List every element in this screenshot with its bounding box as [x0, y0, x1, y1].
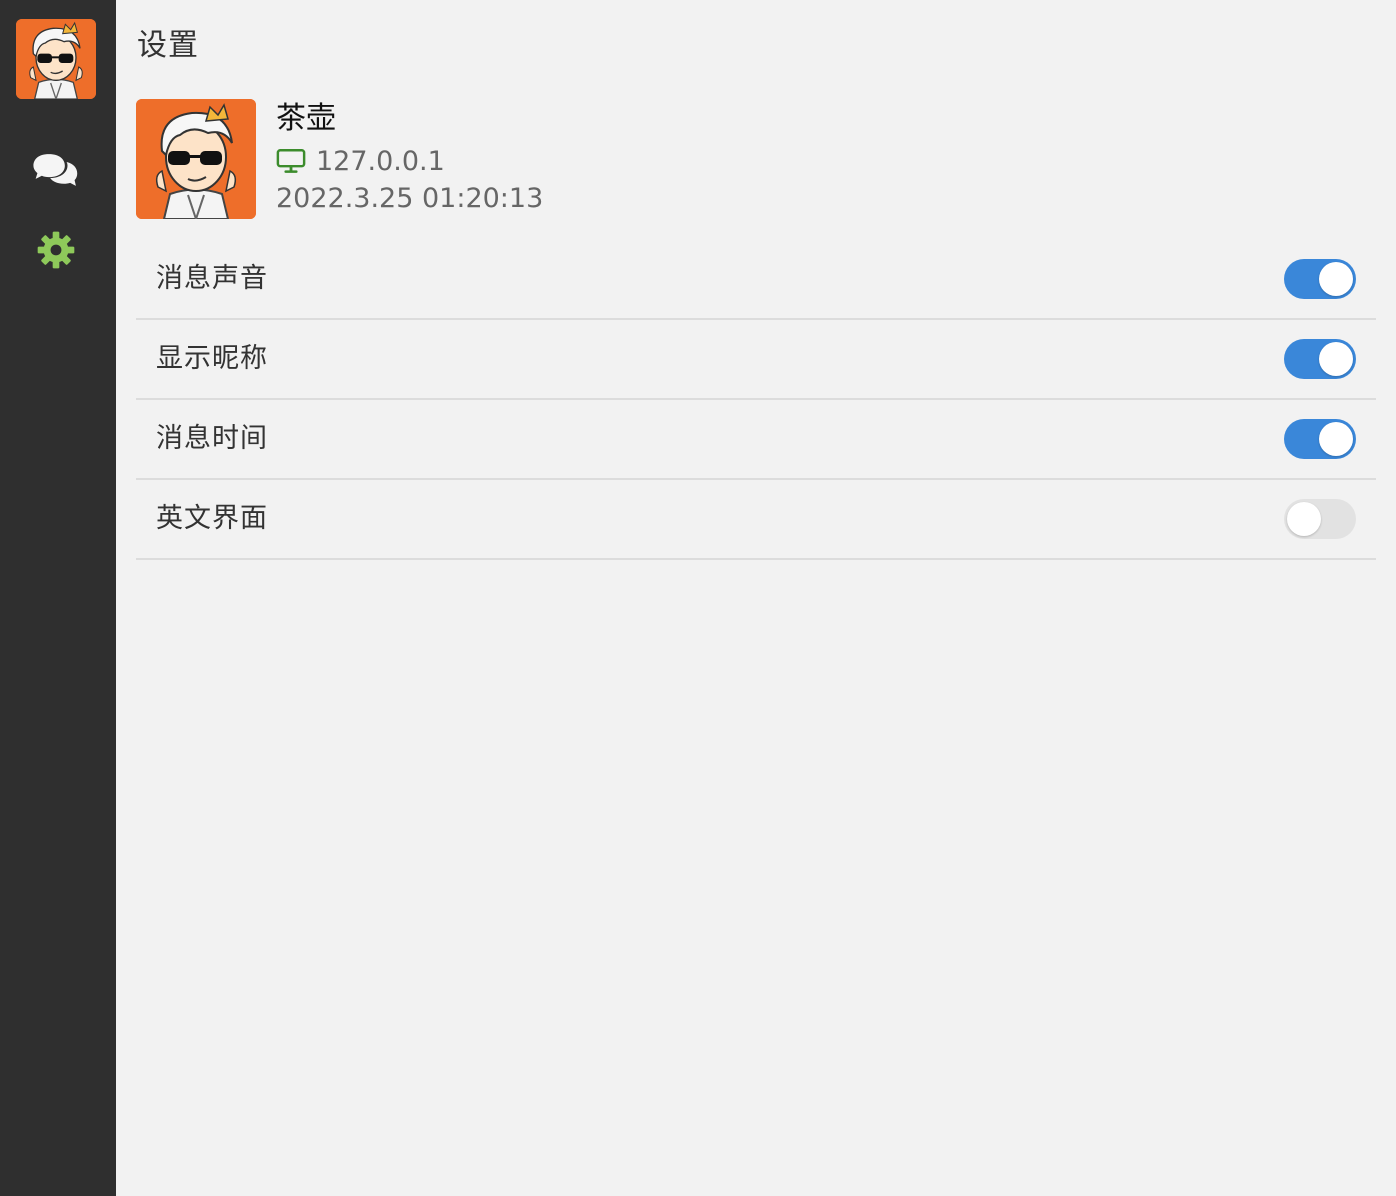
sidebar-avatar[interactable]	[16, 19, 96, 99]
toggle-message-sound[interactable]	[1284, 259, 1356, 299]
profile-ip: 127.0.0.1	[316, 145, 445, 177]
setting-row-message-time: 消息时间	[136, 400, 1376, 480]
toggle-show-nickname[interactable]	[1284, 339, 1356, 379]
avatar-sunglasses-icon	[136, 99, 256, 219]
setting-label: 消息声音	[156, 263, 268, 294]
toggle-english-ui[interactable]	[1284, 499, 1356, 539]
page-title: 设置	[137, 28, 199, 63]
setting-label: 显示昵称	[156, 343, 268, 374]
avatar-sunglasses-icon	[16, 19, 96, 99]
nav-chat[interactable]	[30, 148, 82, 192]
toggle-knob	[1319, 342, 1353, 376]
toggle-message-time[interactable]	[1284, 419, 1356, 459]
toggle-knob	[1319, 262, 1353, 296]
settings-list: 消息声音 显示昵称 消息时间 英文界面	[136, 240, 1376, 560]
app-window: 设置 茶壶 127.0.0.1 2022.3.25 01:20:13 消息声音 …	[0, 0, 1396, 1196]
profile-time: 2022.3.25 01:20:13	[276, 183, 544, 214]
setting-row-show-nickname: 显示昵称	[136, 320, 1376, 400]
profile-card: 茶壶 127.0.0.1 2022.3.25 01:20:13	[136, 99, 1376, 219]
gear-icon	[37, 231, 75, 269]
setting-row-message-sound: 消息声音	[136, 240, 1376, 320]
settings-panel: 设置 茶壶 127.0.0.1 2022.3.25 01:20:13 消息声音 …	[116, 0, 1396, 1196]
profile-avatar	[136, 99, 256, 219]
sidebar	[0, 0, 116, 1196]
setting-row-english-ui: 英文界面	[136, 480, 1376, 560]
nav-settings[interactable]	[30, 226, 82, 274]
chat-bubbles-icon	[33, 154, 78, 186]
monitor-icon	[276, 148, 306, 173]
setting-label: 消息时间	[156, 423, 268, 454]
toggle-knob	[1287, 502, 1321, 536]
profile-name: 茶壶	[276, 101, 336, 136]
setting-label: 英文界面	[156, 503, 268, 534]
profile-ip-row: 127.0.0.1	[276, 143, 445, 179]
toggle-knob	[1319, 422, 1353, 456]
